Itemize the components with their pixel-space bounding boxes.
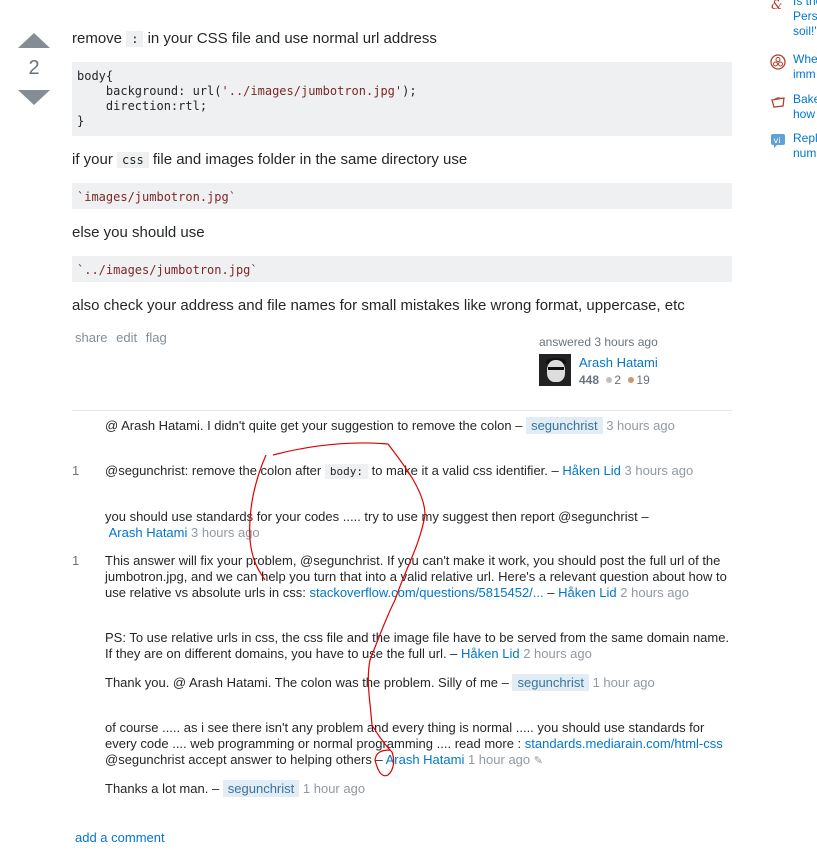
comment-score: 1	[72, 463, 80, 478]
comment-text: @ Arash Hatami. I didn't quite get your …	[105, 417, 675, 434]
english-icon: &	[771, 0, 783, 12]
comment-time[interactable]: 3 hours ago	[625, 463, 694, 478]
user-name-link[interactable]: Arash Hatami	[579, 355, 658, 370]
pencil-icon[interactable]: ✎	[534, 755, 543, 767]
code-block-parent-dir: `../images/jumbotron.jpg`	[72, 256, 732, 282]
inline-code-body: body:	[324, 464, 368, 479]
comment-user-link[interactable]: Arash Hatami	[386, 752, 465, 767]
add-comment-link[interactable]: add a comment	[75, 830, 165, 845]
svg-text:&: &	[771, 0, 783, 12]
comments-list: @ Arash Hatami. I didn't quite get your …	[72, 410, 732, 797]
vote-count: 2	[28, 57, 40, 79]
downvote-button[interactable]	[18, 90, 50, 105]
comment-user-link[interactable]: Håken Lid	[558, 585, 617, 600]
comment-time[interactable]: 3 hours ago	[191, 525, 260, 540]
silver-badge-icon	[606, 377, 613, 384]
comment-time[interactable]: 2 hours ago	[620, 585, 689, 600]
comment-text: you should use standards for your codes …	[105, 509, 649, 540]
comment-user-link[interactable]: Arash Hatami	[109, 525, 188, 540]
comment-link[interactable]: stackoverflow.com/questions/5815452/...	[309, 585, 543, 600]
comment-text: of course ..... as i see there isn't any…	[105, 720, 723, 767]
comment-text: PS: To use relative urls in css, the css…	[105, 630, 730, 661]
comment-user-link[interactable]: segunchrist	[526, 417, 603, 434]
paragraph-4: also check your address and file names f…	[72, 297, 685, 314]
comment-score: 1	[72, 553, 80, 568]
comment-time[interactable]: 3 hours ago	[606, 418, 675, 433]
comment-text: Thank you. @ Arash Hatami. The colon was…	[105, 674, 655, 691]
upvote-button[interactable]	[18, 33, 50, 48]
share-link[interactable]: share	[75, 330, 108, 345]
comment-user-link[interactable]: segunchrist	[222, 780, 300, 797]
code-block-same-dir: `images/jumbotron.jpg`	[72, 183, 732, 209]
comment-time[interactable]: 1 hour ago	[303, 781, 365, 796]
comment-user-link[interactable]: Håken Lid	[461, 646, 520, 661]
svg-text:vi: vi	[774, 136, 781, 145]
rpg-icon	[770, 54, 786, 70]
vi-icon: vi	[771, 134, 785, 148]
comment-link[interactable]: standards.mediarain.com/html-css	[525, 736, 723, 751]
comment-text: This answer will fix your problem, @segu…	[105, 553, 727, 600]
paragraph-2: if your css file and images folder in th…	[72, 151, 468, 168]
avatar[interactable]	[539, 354, 571, 386]
inline-code-colon: :	[126, 31, 144, 47]
comment-time[interactable]: 1 hour ago	[468, 752, 530, 767]
flag-link[interactable]: flag	[146, 330, 167, 345]
bronze-badge-count: 19	[636, 373, 650, 387]
answered-time[interactable]: answered 3 hours ago	[539, 335, 739, 349]
user-stats: 448 2 19	[579, 373, 650, 387]
silver-badge-count: 2	[614, 373, 622, 387]
comment-user-link[interactable]: segunchrist	[512, 674, 589, 691]
comment-time[interactable]: 1 hour ago	[593, 675, 655, 690]
cooking-icon	[771, 97, 785, 108]
comment-text: Thanks a lot man. – segunchrist 1 hour a…	[105, 780, 366, 797]
paragraph-3: else you should use	[72, 224, 205, 241]
vote-cell: 2	[16, 33, 52, 105]
reputation-score: 448	[579, 373, 600, 387]
comment-time[interactable]: 2 hours ago	[523, 646, 592, 661]
code-block-css: body{ background: url('../images/jumbotr…	[72, 62, 732, 136]
paragraph-1: remove : in your CSS file and use normal…	[72, 30, 437, 47]
comment-text: @segunchrist: remove the colon after bod…	[105, 463, 694, 479]
inline-code-css: css	[117, 152, 149, 168]
edit-link[interactable]: edit	[116, 330, 137, 345]
comment-user-link[interactable]: Håken Lid	[562, 463, 621, 478]
user-card: answered 3 hours ago Arash Hatami 448 2 …	[539, 335, 739, 387]
bronze-badge-icon	[628, 377, 635, 384]
post-menu: share edit flag	[75, 330, 172, 345]
